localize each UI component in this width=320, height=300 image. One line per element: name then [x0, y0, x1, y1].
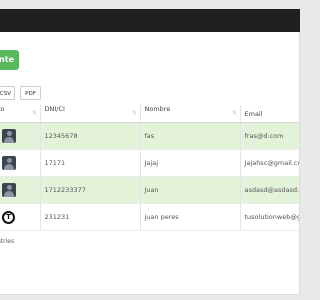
photo-cell	[0, 149, 41, 177]
nombre-cell: fas	[140, 122, 241, 150]
photo-cell: T	[0, 203, 41, 231]
content-panel: nte CSV PDF oto ⇅ DNI/CI ⇅ Nombre ⇅ Email 1…	[0, 32, 300, 295]
page-top-strip	[0, 0, 300, 9]
column-header-label: oto	[0, 105, 5, 113]
sort-icon: ⇅	[32, 110, 37, 116]
email-cell: tusolutionweb@gm	[240, 203, 299, 231]
column-header-label: DNI/CI	[44, 105, 65, 113]
email-cell: Jajahsc@gmail.com	[240, 149, 299, 177]
dni-cell: 17171	[40, 149, 141, 177]
export-pdf-button[interactable]: PDF	[20, 86, 41, 100]
photo-cell	[0, 176, 41, 204]
table-row[interactable]: 12345678 fas fras@d.com	[0, 122, 299, 150]
column-header-label: Email	[244, 109, 263, 118]
column-header-nombre[interactable]: Nombre ⇅	[140, 105, 241, 123]
nombre-cell: Jajaj	[140, 149, 241, 177]
nombre-cell: juan peres	[140, 203, 241, 231]
dni-cell: 12345678	[40, 122, 141, 150]
column-header-photo[interactable]: oto ⇅	[0, 105, 41, 123]
table-row[interactable]: T 231231 juan peres tusolutionweb@gm	[0, 203, 299, 231]
nombre-cell: Juan	[140, 176, 241, 204]
table-row[interactable]: 1712233377 Juan asdasd@asdasd.co	[0, 176, 299, 204]
sort-icon: ⇅	[132, 110, 137, 116]
table-header-row: oto ⇅ DNI/CI ⇅ Nombre ⇅ Email	[0, 105, 299, 123]
email-cell: asdasd@asdasd.co	[240, 176, 299, 204]
table-row[interactable]: 17171 Jajaj Jajahsc@gmail.com	[0, 149, 299, 177]
top-navbar	[0, 9, 300, 32]
column-header-email[interactable]: Email	[240, 105, 299, 123]
clients-table: oto ⇅ DNI/CI ⇅ Nombre ⇅ Email 12345678 fas …	[0, 105, 299, 231]
sort-icon: ⇅	[232, 110, 237, 116]
export-csv-button[interactable]: CSV	[0, 86, 15, 100]
brand-logo-icon: T	[2, 210, 15, 224]
user-avatar-icon	[2, 129, 16, 143]
email-cell: fras@d.com	[240, 122, 299, 150]
dni-cell: 231231	[40, 203, 141, 231]
photo-cell	[0, 122, 41, 150]
table-info-text: ntries	[0, 238, 15, 245]
column-header-label: Nombre	[144, 105, 171, 113]
user-avatar-icon	[2, 156, 16, 170]
add-client-button[interactable]: nte	[0, 50, 19, 70]
column-header-dni[interactable]: DNI/CI ⇅	[40, 105, 141, 123]
dni-cell: 1712233377	[40, 176, 141, 204]
user-avatar-icon	[2, 183, 16, 197]
